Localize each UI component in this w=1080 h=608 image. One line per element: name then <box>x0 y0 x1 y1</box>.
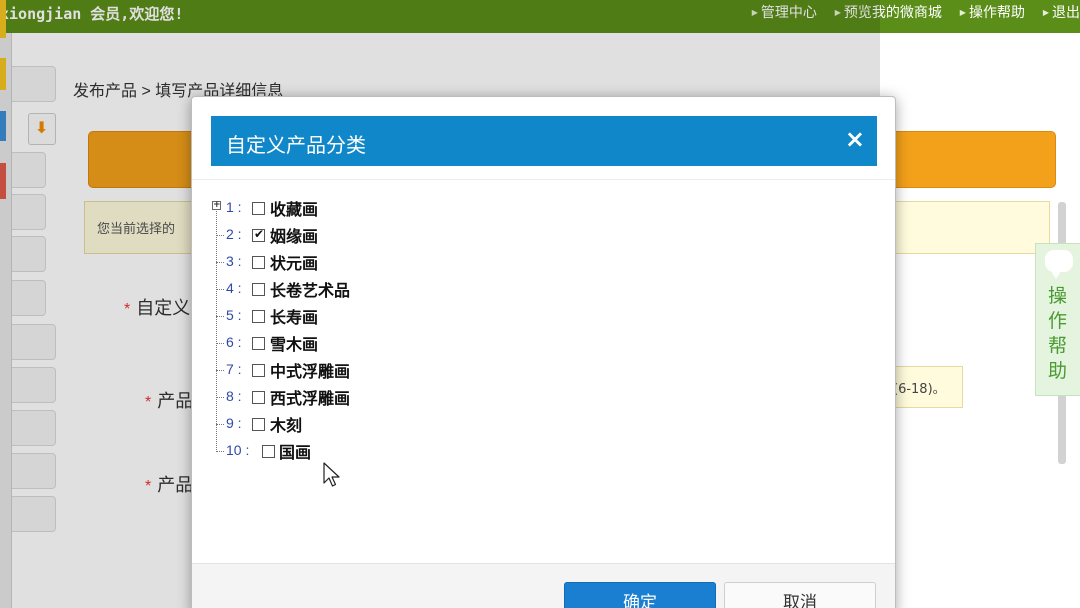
expand-plus-icon[interactable]: + <box>212 201 221 210</box>
sidebar-button[interactable] <box>12 496 56 532</box>
nav-preview-shop[interactable]: ▶ 预览我的微商城 <box>835 4 942 20</box>
divider <box>192 179 895 180</box>
dialog-footer: 确定 取消 <box>192 563 895 608</box>
tree-line <box>216 207 217 450</box>
sidebar-button[interactable] <box>12 367 56 403</box>
strip-block-red <box>0 163 6 199</box>
item-checkbox[interactable] <box>252 364 265 377</box>
collapse-button[interactable]: ⬇ <box>28 113 56 145</box>
strip-block-yellow <box>0 58 6 90</box>
form-label-product: * 产品 <box>145 475 194 495</box>
sidebar-button[interactable] <box>12 66 56 102</box>
nav-logout[interactable]: ▶ 退出 <box>1043 4 1080 20</box>
sidebar-button[interactable] <box>12 410 56 446</box>
form-label-product: * 产品 <box>145 391 194 411</box>
item-checkbox[interactable] <box>252 418 265 431</box>
dialog-header: 自定义产品分类 × <box>211 116 877 166</box>
item-label: 中式浮雕画 <box>270 364 351 381</box>
cancel-button[interactable]: 取消 <box>724 582 876 608</box>
top-nav: ▶ 管理中心 ▶ 预览我的微商城 ▶ 操作帮助 ▶ 退出 <box>738 2 1080 22</box>
sidebar-button[interactable] <box>12 280 46 316</box>
category-dialog: 自定义产品分类 × + 1 : 收藏画 2 : 姻缘画 3 : 状元画 4 : … <box>191 96 896 608</box>
item-number: 6 : <box>226 334 242 350</box>
welcome-text: xiongjian 会员,欢迎您! <box>0 5 184 23</box>
sidebar-button[interactable] <box>12 324 56 360</box>
help-tab[interactable]: 操作帮助 <box>1035 243 1080 396</box>
sidebar-button[interactable] <box>12 236 46 272</box>
item-checkbox[interactable] <box>252 202 265 215</box>
item-number: 10 : <box>226 442 250 458</box>
item-label: 长寿画 <box>270 310 319 327</box>
nav-manage-center[interactable]: ▶ 管理中心 <box>752 4 817 20</box>
confirm-button[interactable]: 确定 <box>564 582 716 608</box>
item-checkbox[interactable] <box>252 227 265 242</box>
item-checkbox[interactable] <box>252 337 265 350</box>
close-icon[interactable]: × <box>845 125 865 153</box>
mouse-cursor-icon <box>323 462 340 487</box>
left-strip <box>0 0 12 608</box>
strip-block-yellow <box>0 0 6 38</box>
item-number: 7 : <box>226 361 242 377</box>
arrow-down-icon: ⬇ <box>35 118 49 137</box>
strip-block-blue <box>0 111 6 141</box>
item-number: 1 : <box>226 199 242 215</box>
item-label: 收藏画 <box>270 202 319 219</box>
form-label-custom: * 自定义 <box>124 298 191 318</box>
triangle-icon: ▶ <box>1042 8 1049 17</box>
item-label: 状元画 <box>270 256 319 273</box>
sidebar-button[interactable] <box>12 152 46 188</box>
nav-help[interactable]: ▶ 操作帮助 <box>960 4 1025 20</box>
triangle-icon: ▶ <box>834 8 841 17</box>
item-label: 姻缘画 <box>270 229 319 246</box>
item-checkbox[interactable] <box>252 283 265 296</box>
info-text: 您当前选择的 <box>97 222 176 237</box>
item-checkbox[interactable] <box>262 445 275 458</box>
sidebar-button[interactable] <box>12 453 56 489</box>
item-number: 4 : <box>226 280 242 296</box>
item-checkbox[interactable] <box>252 391 265 404</box>
item-label: 长卷艺术品 <box>270 283 351 300</box>
item-label: 雪木画 <box>270 337 319 354</box>
item-checkbox[interactable] <box>252 256 265 269</box>
sidebar-button[interactable] <box>12 194 46 230</box>
item-number: 8 : <box>226 388 242 404</box>
item-label: 木刻 <box>270 418 303 435</box>
dialog-title: 自定义产品分类 <box>226 135 366 157</box>
item-number: 5 : <box>226 307 242 323</box>
item-label: 国画 <box>279 445 312 462</box>
help-tab-label: 操作帮助 <box>1048 285 1068 382</box>
item-number: 3 : <box>226 253 242 269</box>
chat-bubble-icon <box>1045 250 1073 279</box>
item-label: 西式浮雕画 <box>270 391 351 408</box>
item-number: 2 : <box>226 226 242 242</box>
hint-text: (6-18)。 <box>893 382 946 397</box>
triangle-icon: ▶ <box>751 8 758 17</box>
triangle-icon: ▶ <box>959 8 966 17</box>
item-number: 9 : <box>226 415 242 431</box>
item-checkbox[interactable] <box>252 310 265 323</box>
top-bar: xiongjian 会员,欢迎您! ▶ 管理中心 ▶ 预览我的微商城 ▶ 操作帮助 ▶… <box>0 0 1080 33</box>
